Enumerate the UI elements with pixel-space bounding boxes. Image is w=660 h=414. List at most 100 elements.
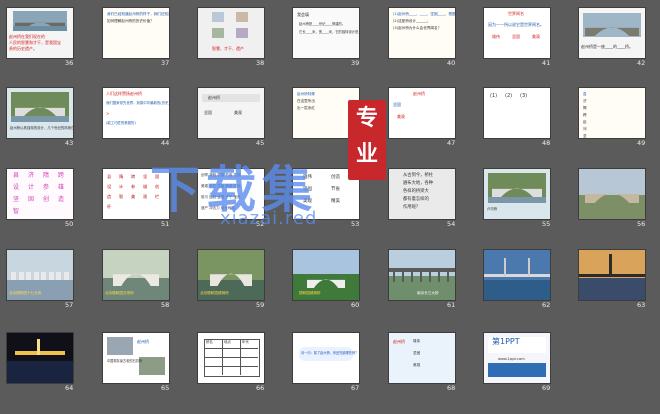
slide-sorter-grid: 赵州桥在我们现在的 人民的智慧和才干，是我国宝 贵的历史遗产。 36 我们已经知道赵州桥…: [0, 0, 660, 414]
slide-text: 赵州桥: [208, 95, 220, 100]
slide-thumbnail[interactable]: 赵州桥 坚固 美观: [198, 88, 264, 138]
slide-number: 58: [161, 301, 170, 309]
slide-thumbnail[interactable]: 县济隋跨赵河坚爪: [579, 88, 645, 138]
slide-text: 赵州桥以其独特的设计，几个世纪的风雨它依然屹立。: [10, 126, 73, 130]
slide-text: 杆: [107, 204, 112, 209]
slide-thumbnail[interactable]: 桥名 地点 年代: [198, 333, 264, 383]
bridge-tower: [609, 254, 612, 276]
photo-water: [13, 26, 67, 31]
slide-text: 作用呢？: [403, 205, 421, 210]
slide-text: 美观: [303, 199, 312, 204]
slide-thumbnail[interactable]: 赵州桥以其独特的设计，几个世纪的风雨它依然屹立。: [7, 88, 73, 138]
slide-text: 卢沟桥: [487, 207, 498, 211]
slide-thumbnail[interactable]: 赵州桥是一座____的____桥。: [579, 8, 645, 58]
slide-number: 36: [65, 59, 74, 67]
slide-text: 赵州桥特殊: [297, 92, 315, 96]
bridge-arch-icon: [210, 273, 252, 286]
photo-block: [107, 337, 133, 355]
slide-text: 美观: [532, 34, 540, 39]
slide-text: 从古到今，桥柱: [403, 173, 434, 178]
slide-thumbnail[interactable]: [579, 250, 645, 300]
bridge-deck: [389, 268, 455, 272]
slide-thumbnail[interactable]: 县 隋 跨 坚 固设 计 参 雄 创造 智 美 观 栏杆: [103, 169, 169, 219]
slide-text: 济: [583, 99, 587, 103]
slide-text: 县: [107, 174, 112, 179]
slide-thumbnail[interactable]: [484, 250, 550, 300]
bridge-lights: [15, 351, 65, 355]
bridge-arch-icon: [492, 188, 542, 197]
slide-thumbnail[interactable]: (1) (2) (3): [484, 88, 550, 138]
bridge-pier: [48, 272, 54, 280]
slide-thumbnail[interactable]: 世界闻名 因为——所以说它是世界闻名。 雄伟 坚固 美观: [484, 8, 550, 58]
slide-thumbnail[interactable]: 第1PPT www.1ppt.com: [484, 333, 550, 383]
slide-thumbnail[interactable]: 赵州桥在我们现在的 人民的智慧和才干，是我国宝 贵的历史遗产。: [7, 8, 73, 58]
slide-text: 创造: [331, 175, 340, 180]
slide-text: 造: [107, 194, 112, 199]
slide-number: 52: [256, 220, 265, 228]
slide-number: 40: [447, 59, 456, 67]
slide-text: 北京颐和园玉带桥: [105, 291, 134, 295]
slide-number: 59: [256, 301, 265, 309]
slide-thumbnail[interactable]: [579, 169, 645, 219]
slide-thumbnail[interactable]: 北京颐和园玉带桥: [103, 250, 169, 300]
photo-ground: [389, 276, 455, 300]
slide-text: 坚: [583, 134, 587, 138]
slide-text: 跨: [583, 113, 587, 117]
slide-thumbnail[interactable]: [7, 333, 73, 383]
slide-thumbnail[interactable]: 卢沟桥: [484, 169, 550, 219]
slide-number: 45: [256, 139, 265, 147]
slide-thumbnail[interactable]: 南京长江大桥: [389, 250, 455, 300]
slide-thumbnail[interactable]: 赵州桥中国现存最古老的石拱桥: [103, 333, 169, 383]
slide-thumbnail[interactable]: 颐和园绣漪桥: [293, 250, 359, 300]
slide-text: 北京颐和园绣漪桥: [200, 291, 229, 295]
slide-text: 县: [13, 172, 20, 179]
slide-thumbnail[interactable]: 问一问：除了赵州桥，你还知道哪些桥？: [293, 333, 359, 383]
slide-text: 县: [583, 92, 587, 96]
slide-text: 雄: [143, 184, 148, 189]
slide-number: 37: [161, 59, 170, 67]
slide-text: 问一问：除了赵州桥，你还知道哪些桥？: [301, 351, 359, 355]
slide-thumbnail[interactable]: 我会填 赵州桥是____世纪____修建的。 它长____米，宽____米，它的独特…: [293, 8, 359, 58]
bridge-tower: [504, 258, 506, 276]
slide-number: 64: [65, 384, 74, 392]
slide-text: 赵州桥: [413, 91, 425, 96]
slide-thumbnail[interactable]: 北京颐和园绣漪桥: [198, 250, 264, 300]
slide-text: 固: [28, 196, 35, 203]
bridge-deck: [579, 274, 645, 277]
slide-text: 它长____米，宽____米，它的独特设计是____。: [299, 30, 359, 34]
slide-text: 赵州桥: [137, 339, 149, 344]
slide-text: 雄伟: [303, 175, 312, 180]
slide-thumbnail[interactable]: (1)赵州桥____、____、坚固____，根据____设计的。 (2)这座桥设…: [389, 8, 455, 58]
slide-text: 观: [143, 194, 148, 199]
slide-text: 固: [155, 174, 160, 179]
slide-thumbnail[interactable]: 北京颐和园十七孔桥: [7, 250, 73, 300]
slide-text: 出一层赤红: [297, 106, 315, 110]
slide-thumbnail[interactable]: 我们已经知道赵州桥的样子，我们还知道赵州桥有什么特点吗？ 如何理解赵州桥的历史价值…: [103, 8, 169, 58]
slide-number: 63: [637, 301, 646, 309]
slide-text: 遍布大地，各种: [403, 181, 434, 186]
watermark-seal: 专业: [348, 100, 386, 180]
slide-text: (3): [520, 93, 528, 99]
slide-thumbnail[interactable]: 创举 减轻 重量 节省 坚固 美观 石栏 栏板 精美 图案 前爪 回首 遥望 才干 …: [198, 169, 264, 219]
slide-text: 雄伟: [492, 34, 500, 39]
photo-block: [212, 28, 224, 38]
slide-text: 坚固: [204, 110, 212, 115]
slide-number: 51: [161, 220, 170, 228]
slide-thumbnail[interactable]: 赵州桥 雄伟 坚固 美观: [389, 333, 455, 383]
slide-text: 美观 石栏 栏板 精美 图案: [201, 184, 241, 188]
slide-thumbnail[interactable]: 赵州桥 坚固 美观: [389, 88, 455, 138]
slide-thumbnail[interactable]: 从古到今，桥柱 遍布大地，各种 各样的桥梁大 都有着怎样的 作用呢？: [389, 169, 455, 219]
slide-thumbnail[interactable]: 人们这样赞扬赵州桥 我们国家领先世界，到乘中华最新的(历史) > (能工巧匠的美丽的): [103, 88, 169, 138]
slide-thumbnail[interactable]: 县 济 隋 跨设 计 参 雄坚 固 创 造智: [7, 169, 73, 219]
bridge-pier: [26, 272, 31, 280]
slide-text: 中国现存最古老的石拱桥: [107, 359, 143, 363]
slide-thumbnail[interactable]: 智慧、才干、遗产: [198, 8, 264, 58]
slide-number: 44: [161, 139, 170, 147]
slide-text: 地点: [224, 340, 231, 344]
photo-water: [7, 280, 73, 300]
bridge-deck: [484, 274, 550, 277]
slide-text: 跨: [131, 174, 136, 179]
slide-text: 坚: [13, 196, 20, 203]
photo-water: [579, 278, 645, 300]
slide-text: 美观: [413, 363, 421, 367]
